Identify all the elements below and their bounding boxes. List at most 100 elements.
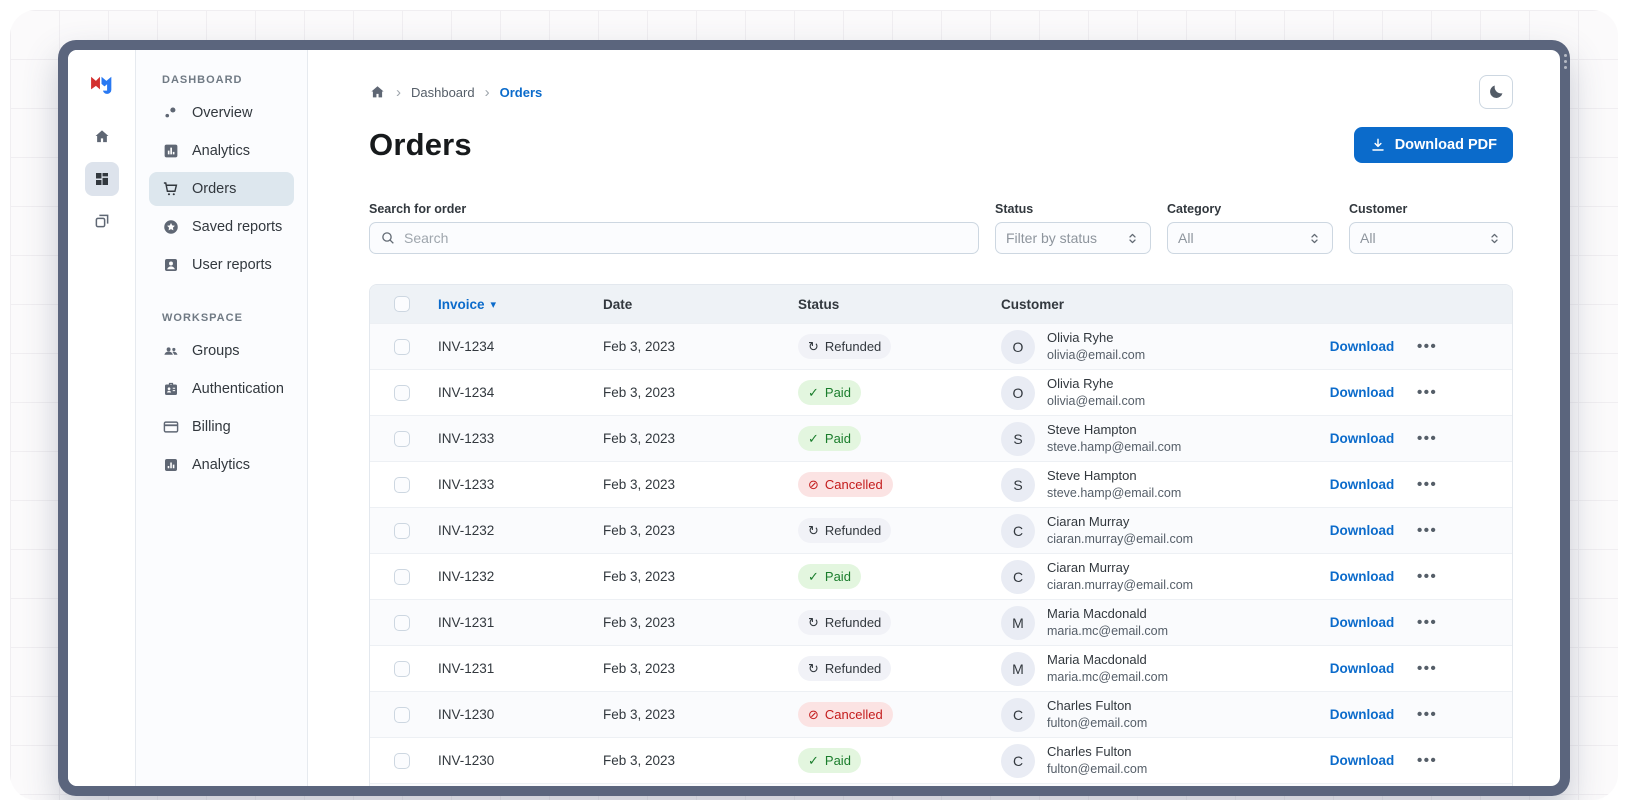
row-checkbox[interactable] (394, 476, 410, 493)
row-actions-menu[interactable]: ••• (1417, 384, 1437, 401)
sidebar-item-billing[interactable]: Billing (149, 410, 294, 444)
breadcrumb-orders: Orders (499, 84, 543, 100)
download-link[interactable]: Download (1330, 753, 1395, 768)
breadcrumb-home-icon[interactable] (369, 84, 386, 101)
orders-table: Invoice ▾ Date Status Customer INV-1234 … (369, 284, 1513, 786)
breadcrumb-dashboard[interactable]: Dashboard (411, 85, 475, 100)
download-link[interactable]: Download (1330, 707, 1395, 722)
status-filter-select[interactable]: Filter by status (995, 222, 1151, 254)
sidebar-item-saved-reports[interactable]: Saved reports (149, 210, 294, 244)
search-input[interactable] (404, 230, 968, 246)
customer-name: Maria Macdonald (1047, 605, 1147, 621)
date-cell: Feb 3, 2023 (603, 385, 676, 400)
icon-rail (68, 50, 136, 786)
row-checkbox[interactable] (394, 338, 410, 355)
sidebar: DASHBOARD Overview Analytics Orders Save… (136, 50, 308, 786)
sidebar-item-analytics-workspace[interactable]: Analytics (149, 448, 294, 482)
app-window: DASHBOARD Overview Analytics Orders Save… (58, 40, 1570, 796)
status-label: Paid (824, 385, 851, 400)
row-checkbox[interactable] (394, 614, 410, 631)
row-checkbox[interactable] (394, 660, 410, 677)
table-row: INV-1232 Feb 3, 2023 ✓ Paid C Ciaran Mur… (370, 553, 1512, 599)
customer-email: steve.hamp@email.com (1047, 439, 1182, 454)
avatar: O (1001, 375, 1035, 410)
rail-home-button[interactable] (85, 120, 119, 154)
customer-filter-label: Customer (1349, 202, 1408, 216)
row-actions-menu[interactable]: ••• (1417, 706, 1437, 723)
download-link[interactable]: Download (1330, 523, 1395, 538)
customer-filter-select[interactable]: All (1349, 222, 1513, 254)
status-label: Cancelled (824, 477, 883, 492)
status-chip: ↻ Refunded (798, 610, 892, 635)
download-link[interactable]: Download (1330, 569, 1395, 584)
download-link[interactable]: Download (1330, 385, 1395, 400)
row-checkbox[interactable] (394, 384, 410, 401)
row-checkbox[interactable] (394, 706, 410, 723)
select-all-checkbox[interactable] (394, 296, 410, 312)
rail-layers-button[interactable] (85, 204, 119, 238)
row-actions-menu[interactable]: ••• (1417, 568, 1437, 585)
star-circle-icon (162, 218, 180, 236)
customer-email: maria.mc@email.com (1047, 623, 1169, 638)
rail-dashboard-button[interactable] (84, 162, 119, 196)
download-link[interactable]: Download (1330, 431, 1395, 446)
status-icon: ✓ (808, 431, 819, 446)
sidebar-item-overview[interactable]: Overview (149, 96, 294, 130)
bar-chart-icon (162, 142, 180, 160)
customer-email: fulton@email.com (1047, 761, 1148, 776)
sidebar-item-analytics[interactable]: Analytics (149, 134, 294, 168)
row-checkbox[interactable] (394, 752, 410, 769)
customer-email: maria.mc@email.com (1047, 669, 1169, 684)
sort-caret-icon: ▾ (490, 298, 497, 311)
download-link[interactable]: Download (1330, 661, 1395, 676)
sidebar-item-orders[interactable]: Orders (149, 172, 294, 206)
customer-name: Maria Macdonald (1047, 651, 1147, 667)
row-checkbox[interactable] (394, 522, 410, 539)
row-checkbox[interactable] (394, 568, 410, 585)
row-actions-menu[interactable]: ••• (1417, 430, 1437, 447)
row-actions-menu[interactable]: ••• (1417, 338, 1437, 355)
row-actions-menu[interactable]: ••• (1417, 660, 1437, 677)
date-cell: Feb 3, 2023 (603, 753, 676, 768)
status-icon: ✓ (808, 385, 819, 400)
download-link[interactable]: Download (1330, 615, 1395, 630)
bubble-chart-icon (162, 104, 180, 122)
date-cell: Feb 3, 2023 (603, 661, 676, 676)
row-actions-menu[interactable]: ••• (1417, 476, 1437, 493)
customer-name: Ciaran Murray (1047, 513, 1130, 529)
breadcrumb-separator: › (484, 83, 490, 101)
sidebar-item-authentication[interactable]: Authentication (149, 372, 294, 406)
status-label: Paid (824, 753, 851, 768)
layers-icon (93, 212, 111, 230)
mui-logo-icon (88, 70, 116, 98)
sidebar-item-groups[interactable]: Groups (149, 334, 294, 368)
customer-name: Steve Hampton (1047, 467, 1137, 483)
row-checkbox[interactable] (394, 430, 410, 447)
dark-mode-toggle[interactable] (1479, 75, 1513, 109)
id-badge-icon (162, 380, 180, 398)
status-icon: ↻ (808, 339, 819, 354)
main-content: › Dashboard › Orders Orders Download PDF… (308, 50, 1560, 786)
column-header-invoice[interactable]: Invoice ▾ (438, 297, 603, 312)
table-row: INV-1231 Feb 3, 2023 ↻ Refunded M Maria … (370, 599, 1512, 645)
date-cell: Feb 3, 2023 (603, 477, 676, 492)
download-pdf-button[interactable]: Download PDF (1353, 127, 1513, 163)
row-actions-menu[interactable]: ••• (1417, 752, 1437, 769)
sidebar-item-label: Analytics (192, 143, 251, 159)
window-scrollbar-dots[interactable] (1564, 54, 1567, 69)
download-link[interactable]: Download (1330, 339, 1395, 354)
row-actions-menu[interactable]: ••• (1417, 614, 1437, 631)
status-icon: ✓ (808, 753, 819, 768)
customer-name: Steve Hampton (1047, 421, 1137, 437)
row-actions-menu[interactable]: ••• (1417, 522, 1437, 539)
sidebar-item-user-reports[interactable]: User reports (149, 248, 294, 282)
category-filter-select[interactable]: All (1167, 222, 1333, 254)
invoice-cell: INV-1230 (438, 707, 495, 722)
invoice-cell: INV-1231 (438, 661, 495, 676)
download-link[interactable]: Download (1330, 477, 1395, 492)
table-row: INV-1231 Feb 3, 2023 ↻ Refunded M Maria … (370, 645, 1512, 691)
status-label: Paid (824, 431, 851, 446)
avatar: M (1001, 605, 1035, 640)
person-badge-icon (162, 256, 180, 274)
sidebar-item-label: User reports (192, 257, 272, 273)
